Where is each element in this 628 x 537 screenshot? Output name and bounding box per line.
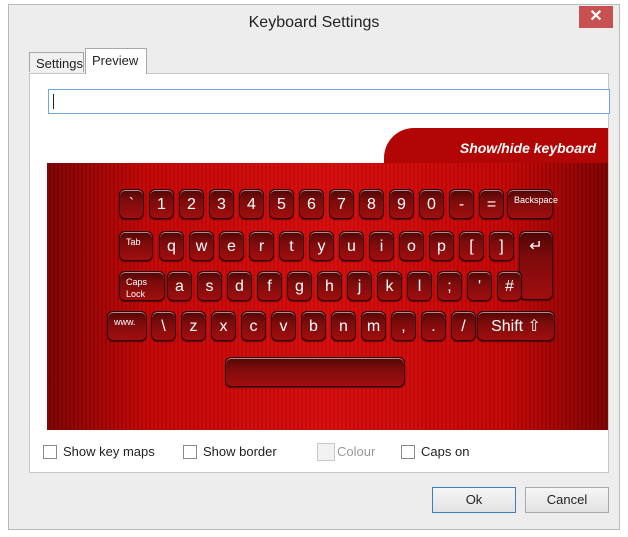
- key-sym-r4-1[interactable]: \: [151, 311, 176, 341]
- caps-on-checkbox[interactable]: [401, 445, 415, 459]
- key-sym-r3-10[interactable]: ;: [437, 271, 462, 301]
- caps-lock-key[interactable]: Caps Lock: [119, 271, 165, 301]
- key-l-r3-9[interactable]: l: [407, 271, 432, 301]
- key-sym-r4-11[interactable]: /: [451, 311, 476, 341]
- key-9-9[interactable]: 9: [389, 189, 414, 219]
- show-key-maps-checkbox[interactable]: [43, 445, 57, 459]
- key-y-r2-6[interactable]: y: [309, 231, 334, 261]
- key-sym-r3-12[interactable]: #: [497, 271, 522, 301]
- key-sym-r4-9[interactable]: ,: [391, 311, 416, 341]
- key-t-r2-5[interactable]: t: [279, 231, 304, 261]
- key-q-r2-1[interactable]: q: [159, 231, 184, 261]
- show-border-checkbox[interactable]: [183, 445, 197, 459]
- key-c-r4-4[interactable]: c: [241, 311, 266, 341]
- keyboard-settings-window: Keyboard Settings ✕ Settings Preview Sho…: [8, 4, 620, 530]
- key-8-8[interactable]: 8: [359, 189, 384, 219]
- colour-swatch[interactable]: [317, 443, 335, 461]
- key-h-r3-6[interactable]: h: [317, 271, 342, 301]
- window-title: Keyboard Settings: [248, 14, 380, 31]
- key-1-1[interactable]: 1: [149, 189, 174, 219]
- title-bar: Keyboard Settings ✕: [9, 5, 619, 43]
- tab-key[interactable]: Tab: [119, 231, 153, 261]
- tab-settings[interactable]: Settings: [29, 52, 84, 72]
- key-u-r2-7[interactable]: u: [339, 231, 364, 261]
- space-bar[interactable]: [225, 357, 405, 387]
- tab-preview[interactable]: Preview: [85, 48, 147, 74]
- key-x-r4-3[interactable]: x: [211, 311, 236, 341]
- close-icon: ✕: [589, 8, 603, 25]
- key-5-5[interactable]: 5: [269, 189, 294, 219]
- key-j-r3-7[interactable]: j: [347, 271, 372, 301]
- preview-panel: Show/hide keyboard ` 1 2 3 4 5 6 7 8 9 0- = Backspac…: [29, 73, 610, 473]
- show-key-maps-label: Show key maps: [63, 444, 155, 459]
- key-n-r4-7[interactable]: n: [331, 311, 356, 341]
- key-sym-11[interactable]: -: [449, 189, 474, 219]
- cancel-button[interactable]: Cancel: [525, 487, 609, 513]
- key-sym-r2-11[interactable]: [: [459, 231, 484, 261]
- show-hide-keyboard-tab[interactable]: Show/hide keyboard: [384, 128, 608, 164]
- text-caret: [53, 94, 54, 109]
- key-d-r3-3[interactable]: d: [227, 271, 252, 301]
- key-4-4[interactable]: 4: [239, 189, 264, 219]
- key-m-r4-8[interactable]: m: [361, 311, 386, 341]
- key-f-r3-4[interactable]: f: [257, 271, 282, 301]
- preview-text-input[interactable]: [48, 89, 610, 114]
- key-o-r2-9[interactable]: o: [399, 231, 424, 261]
- ok-button[interactable]: Ok: [432, 487, 516, 513]
- key-6-6[interactable]: 6: [299, 189, 324, 219]
- key-b-r4-6[interactable]: b: [301, 311, 326, 341]
- key-a-r3-1[interactable]: a: [167, 271, 192, 301]
- key-k-r3-8[interactable]: k: [377, 271, 402, 301]
- colour-label: Colour: [337, 444, 376, 459]
- key-p-r2-10[interactable]: p: [429, 231, 454, 261]
- key-2-2[interactable]: 2: [179, 189, 204, 219]
- show-border-label: Show border: [203, 444, 277, 459]
- key-sym-r3-11[interactable]: ': [467, 271, 492, 301]
- key-w-r2-2[interactable]: w: [189, 231, 214, 261]
- keyboard-preview: Show/hide keyboard ` 1 2 3 4 5 6 7 8 9 0- = Backspac…: [47, 128, 608, 430]
- key-sym-0[interactable]: `: [119, 189, 144, 219]
- key-sym-r2-12[interactable]: ]: [489, 231, 514, 261]
- key-z-r4-2[interactable]: z: [181, 311, 206, 341]
- keyboard-area: ` 1 2 3 4 5 6 7 8 9 0- = Backspace Tab q w e r t y u i o p[] ↵ Ca…: [47, 163, 608, 430]
- key-0-10[interactable]: 0: [419, 189, 444, 219]
- key-s-r3-2[interactable]: s: [197, 271, 222, 301]
- key-7-7[interactable]: 7: [329, 189, 354, 219]
- key-v-r4-5[interactable]: v: [271, 311, 296, 341]
- caps-on-label: Caps on: [421, 444, 470, 459]
- key-sym-r4-10[interactable]: .: [421, 311, 446, 341]
- key-i-r2-8[interactable]: i: [369, 231, 394, 261]
- key-g-r3-5[interactable]: g: [287, 271, 312, 301]
- key-3-3[interactable]: 3: [209, 189, 234, 219]
- enter-key[interactable]: ↵: [519, 231, 553, 300]
- www-key[interactable]: www.: [107, 311, 147, 341]
- key-r-r2-4[interactable]: r: [249, 231, 274, 261]
- close-button[interactable]: ✕: [579, 6, 613, 28]
- key-e-r2-3[interactable]: e: [219, 231, 244, 261]
- backspace-key[interactable]: Backspace: [507, 189, 558, 219]
- key-sym-12[interactable]: =: [479, 189, 504, 219]
- shift-key[interactable]: Shift ⇧: [477, 311, 555, 341]
- show-hide-keyboard-label: Show/hide keyboard: [459, 140, 596, 156]
